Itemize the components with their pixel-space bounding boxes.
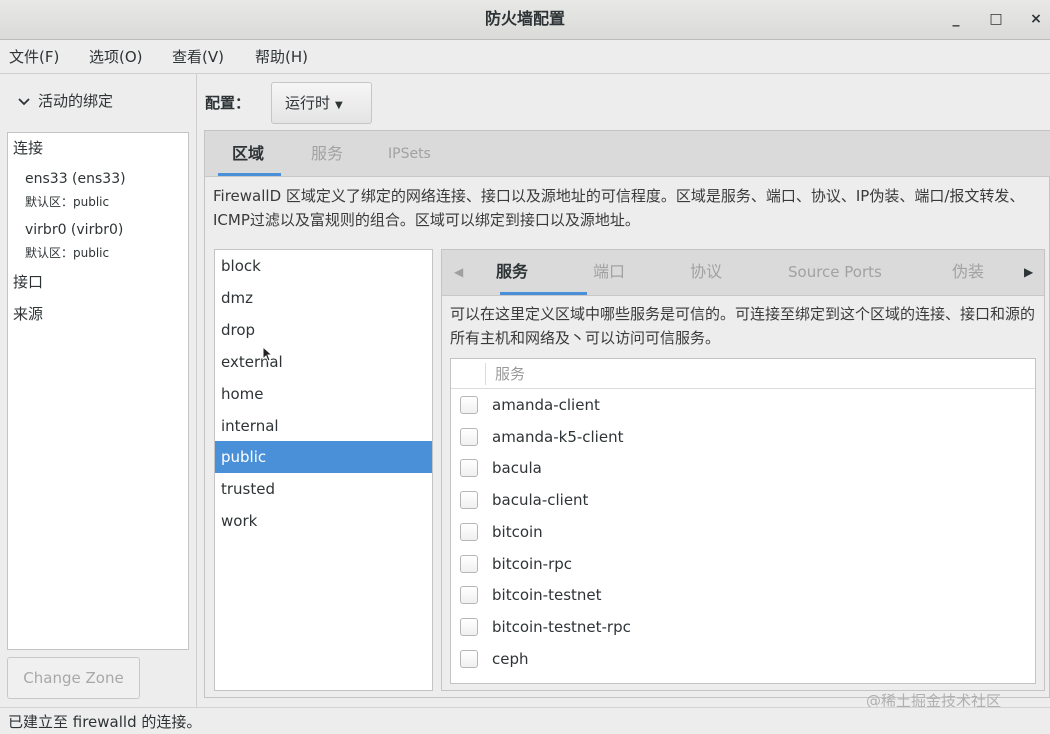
service-checkbox[interactable] <box>460 555 478 573</box>
service-row: bacula <box>451 452 1035 484</box>
services-column-title[interactable]: 服务 <box>495 359 525 389</box>
mouse-cursor-icon <box>262 345 274 366</box>
main-tab-bar: 区域 服务 IPSets <box>205 131 1050 177</box>
menu-help[interactable]: 帮助(H) <box>255 40 308 74</box>
active-bindings-pane: 活动的绑定 连接 ens33 (ens33) 默认区：public virbr0… <box>0 74 197 707</box>
config-label: 配置： <box>205 94 251 112</box>
connection-ens33-zone: 默认区：public <box>25 195 110 209</box>
service-name: bacula-client <box>492 491 589 509</box>
config-dropdown[interactable]: 运行时 ▼ <box>271 82 372 124</box>
sources-heading[interactable]: 来源 <box>13 303 43 324</box>
service-checkbox[interactable] <box>460 396 478 414</box>
scroll-left-icon[interactable]: ◀ <box>454 250 463 294</box>
service-name: bitcoin-testnet <box>492 586 602 604</box>
service-row: amanda-k5-client <box>451 421 1035 453</box>
connections-heading[interactable]: 连接 <box>13 137 43 158</box>
tab-ipsets[interactable]: IPSets <box>388 131 431 177</box>
column-separator <box>485 363 486 385</box>
zone-tab-bar: ◀ 服务 端口 协议 Source Ports 伪装 ▶ <box>442 250 1044 296</box>
service-row: bacula-client <box>451 484 1035 516</box>
menu-bar: 文件(F) 选项(O) 查看(V) 帮助(H) <box>0 40 1050 74</box>
status-text: 已建立至 firewalld 的连接。 <box>8 713 202 731</box>
close-button[interactable]: × <box>1024 8 1048 30</box>
service-name: bitcoin-testnet-rpc <box>492 618 631 636</box>
service-name: amanda-client <box>492 396 600 414</box>
service-checkbox[interactable] <box>460 523 478 541</box>
active-zone-tab-indicator <box>500 292 587 295</box>
services-description: 可以在这里定义区域中哪些服务是可信的。可连接至绑定到这个区域的连接、接口和源的所… <box>450 305 1036 347</box>
service-checkbox[interactable] <box>460 428 478 446</box>
status-bar: 已建立至 firewalld 的连接。 <box>0 707 1050 734</box>
zone-item-public[interactable]: public <box>215 441 432 473</box>
zone-item-external[interactable]: external <box>215 346 432 378</box>
service-name: bitcoin <box>492 523 543 541</box>
service-checkbox[interactable] <box>460 586 478 604</box>
service-name: bitcoin-rpc <box>492 555 573 573</box>
service-checkbox[interactable] <box>460 459 478 477</box>
services-list: 服务 amanda-client amanda-k5-client bacula… <box>450 358 1036 684</box>
menu-file[interactable]: 文件(F) <box>9 40 59 74</box>
menu-view[interactable]: 查看(V) <box>172 40 224 74</box>
interfaces-heading[interactable]: 接口 <box>13 271 43 292</box>
service-checkbox[interactable] <box>460 618 478 636</box>
services-column-header: 服务 <box>451 359 1035 389</box>
maximize-button[interactable]: □ <box>984 8 1008 30</box>
active-bindings-toggle[interactable]: 活动的绑定 <box>18 90 113 111</box>
service-row: bitcoin-testnet <box>451 579 1035 611</box>
zone-tab-masquerade[interactable]: 伪装 <box>952 250 984 294</box>
active-bindings-label: 活动的绑定 <box>38 92 114 110</box>
main-notebook: 区域 服务 IPSets FirewallD 区域定义了绑定的网络连接、接口以及… <box>204 130 1050 698</box>
zone-list: block dmz drop external home internal pu… <box>214 249 433 691</box>
zone-item-trusted[interactable]: trusted <box>215 473 432 505</box>
service-row: ceph <box>451 643 1035 675</box>
zone-item-home[interactable]: home <box>215 378 432 410</box>
service-checkbox[interactable] <box>460 491 478 509</box>
zone-tab-ports[interactable]: 端口 <box>593 250 625 294</box>
zone-tab-protocols[interactable]: 协议 <box>690 250 722 294</box>
bindings-list: 连接 ens33 (ens33) 默认区：public virbr0 (virb… <box>7 132 189 650</box>
change-zone-button[interactable]: Change Zone <box>7 657 140 699</box>
zone-item-drop[interactable]: drop <box>215 314 432 346</box>
tab-services[interactable]: 服务 <box>311 131 343 177</box>
connection-virbr0[interactable]: virbr0 (virbr0) <box>25 222 123 238</box>
window-title: 防火墙配置 <box>484 9 565 28</box>
service-row: bitcoin-rpc <box>451 548 1035 580</box>
service-name: amanda-k5-client <box>492 428 624 446</box>
zone-item-internal[interactable]: internal <box>215 410 432 442</box>
zone-item-dmz[interactable]: dmz <box>215 282 432 314</box>
service-row: bitcoin-testnet-rpc <box>451 611 1035 643</box>
config-value: 运行时 <box>285 94 331 112</box>
zone-tab-services[interactable]: 服务 <box>496 250 528 294</box>
service-row: amanda-client <box>451 389 1035 421</box>
title-bar: 防火墙配置 _ □ × <box>0 0 1050 40</box>
chevron-down-icon <box>18 95 30 109</box>
tab-zones[interactable]: 区域 <box>232 131 264 177</box>
menu-options[interactable]: 选项(O) <box>89 40 143 74</box>
service-row: bitcoin <box>451 516 1035 548</box>
scroll-right-icon[interactable]: ▶ <box>1024 250 1033 294</box>
service-checkbox[interactable] <box>460 650 478 668</box>
zone-tab-source-ports[interactable]: Source Ports <box>788 250 882 294</box>
caret-down-icon: ▼ <box>335 100 343 111</box>
zones-description: FirewallD 区域定义了绑定的网络连接、接口以及源地址的可信程度。区域是服… <box>213 187 1025 229</box>
minimize-button[interactable]: _ <box>944 8 968 30</box>
zone-item-work[interactable]: work <box>215 505 432 537</box>
connection-ens33[interactable]: ens33 (ens33) <box>25 171 126 187</box>
service-name: bacula <box>492 459 542 477</box>
zone-item-block[interactable]: block <box>215 250 432 282</box>
zone-settings-panel: ◀ 服务 端口 协议 Source Ports 伪装 ▶ 可以在这里定义区域中哪… <box>441 249 1045 691</box>
connection-virbr0-zone: 默认区：public <box>25 246 110 260</box>
active-tab-indicator <box>218 173 281 176</box>
service-name: ceph <box>492 650 529 668</box>
